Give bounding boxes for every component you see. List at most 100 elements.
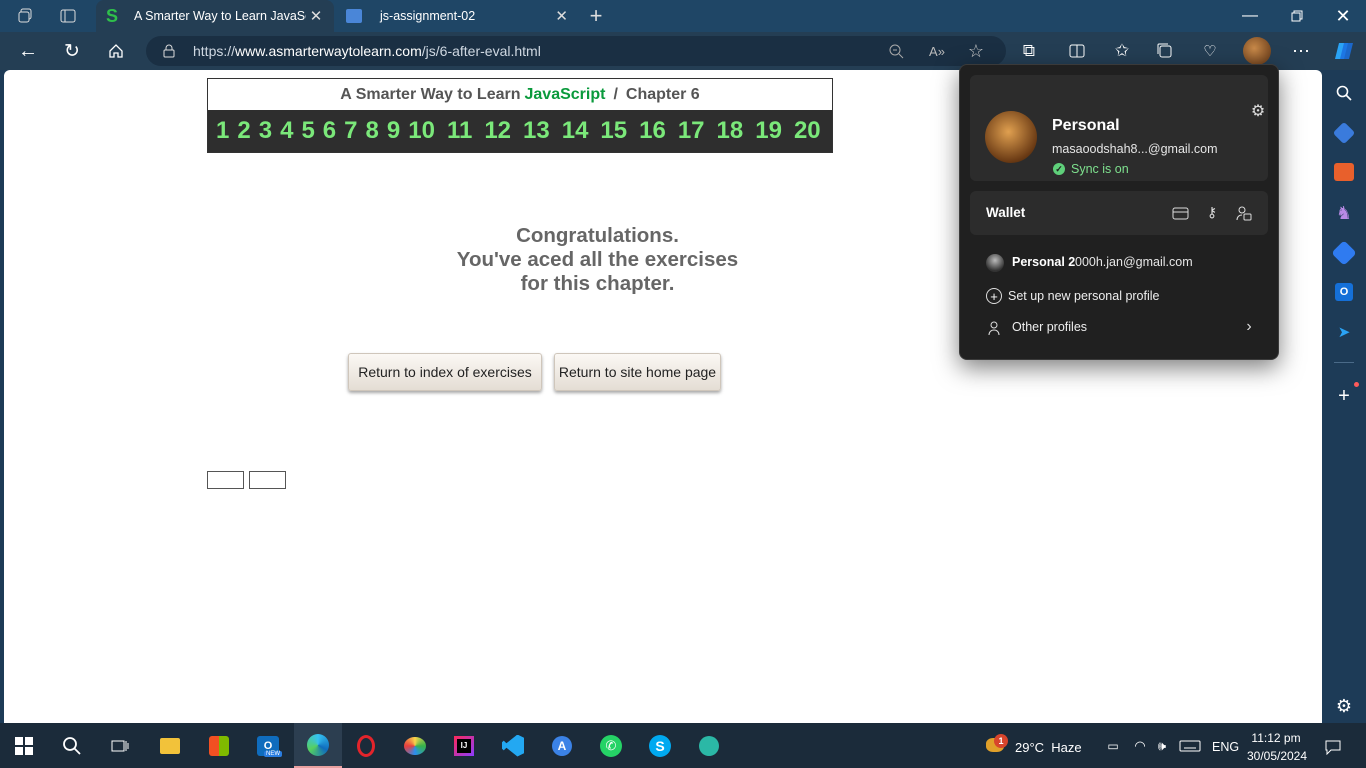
chapter-link[interactable]: 17: [678, 117, 705, 145]
chapter-link[interactable]: 3: [259, 117, 272, 145]
intellij-icon[interactable]: IJ: [440, 723, 488, 768]
close-tab-icon[interactable]: ✕: [308, 7, 324, 25]
restore-icon[interactable]: [1285, 4, 1309, 28]
notifications-icon[interactable]: [1322, 736, 1344, 758]
copilot-icon[interactable]: [1331, 38, 1357, 64]
chapter-link[interactable]: 7: [344, 117, 357, 145]
return-home-button[interactable]: Return to site home page: [554, 353, 721, 391]
whatsapp-icon[interactable]: ✆: [587, 723, 635, 768]
chapter-link[interactable]: 13: [523, 117, 550, 145]
header-prefix: A Smarter Way to Learn: [340, 85, 521, 103]
clock-time[interactable]: 11:12 pm: [1248, 731, 1304, 745]
telegram-icon[interactable]: ➤: [1333, 323, 1355, 341]
language-indicator[interactable]: ENG: [1212, 740, 1239, 754]
chapter-link[interactable]: 9: [387, 117, 400, 145]
profile-avatar-icon[interactable]: [1243, 37, 1271, 65]
favorites-icon[interactable]: ✩: [1111, 40, 1133, 62]
other-profile-name[interactable]: Personal 2: [1012, 255, 1075, 269]
url-path: /js/6-after-eval.html: [421, 43, 541, 59]
tab-js-assignment[interactable]: js-assignment-02 ✕: [336, 0, 576, 32]
outlook-new-icon[interactable]: O NEW: [244, 723, 292, 768]
clock-date[interactable]: 30/05/2024: [1244, 749, 1310, 763]
file-explorer-icon[interactable]: [146, 723, 194, 768]
skype-icon[interactable]: S: [636, 723, 684, 768]
favorite-star-icon[interactable]: ☆: [965, 40, 987, 62]
volume-icon[interactable]: 🕪: [1153, 737, 1171, 755]
chevron-right-icon[interactable]: ›: [1242, 318, 1256, 336]
password-key-icon[interactable]: ⚷: [1202, 202, 1222, 222]
workspaces-icon[interactable]: [14, 6, 38, 26]
profile-name: Personal: [1052, 117, 1120, 134]
minimize-icon[interactable]: —: [1238, 4, 1262, 28]
other-profile-email[interactable]: 000h.jan@gmail.com: [1075, 255, 1193, 269]
anydesk-icon[interactable]: [685, 723, 733, 768]
empty-box[interactable]: [207, 471, 244, 489]
collections-icon[interactable]: [1154, 40, 1176, 62]
congrats-message: Congratulations. You've aced all the exe…: [360, 224, 835, 296]
wallet-label: Wallet: [986, 205, 1026, 220]
course-header: A Smarter Way to Learn JavaScript / Chap…: [207, 78, 833, 153]
tab-title: js-assignment-02: [380, 9, 476, 23]
new-tab-icon[interactable]: +: [584, 3, 608, 28]
microsoft-store-icon[interactable]: [195, 723, 243, 768]
start-windows-icon[interactable]: [0, 723, 48, 768]
add-profile-icon[interactable]: +: [986, 288, 1002, 304]
chapter-link[interactable]: 18: [717, 117, 744, 145]
chapter-link[interactable]: 6: [323, 117, 336, 145]
keyboard-icon[interactable]: [1178, 738, 1202, 754]
search-icon[interactable]: [1333, 82, 1355, 104]
split-screen-icon[interactable]: [1066, 40, 1088, 62]
close-tab-icon[interactable]: ✕: [555, 7, 568, 25]
tab-title: A Smarter Way to Learn JavaScrip: [134, 9, 306, 23]
add-sidebar-icon[interactable]: +: [1333, 385, 1355, 407]
performance-icon[interactable]: ♡: [1199, 40, 1221, 62]
more-menu-icon[interactable]: ⋯: [1290, 40, 1312, 62]
wallet-row[interactable]: Wallet ⚷: [970, 191, 1268, 235]
read-aloud-icon[interactable]: A»: [926, 41, 948, 61]
paint-icon[interactable]: [391, 723, 439, 768]
chapter-link[interactable]: 5: [301, 117, 314, 145]
home-icon[interactable]: [104, 39, 128, 63]
back-icon[interactable]: ←: [16, 39, 40, 63]
chapter-link[interactable]: 10: [408, 117, 435, 145]
refresh-icon[interactable]: ↻: [60, 39, 84, 63]
chapter-link[interactable]: 14: [562, 117, 589, 145]
close-window-icon[interactable]: ✕: [1331, 4, 1355, 28]
empty-box[interactable]: [249, 471, 286, 489]
battery-icon[interactable]: ▭: [1104, 737, 1122, 755]
payment-card-icon[interactable]: [1170, 203, 1190, 223]
tools-briefcase-icon[interactable]: [1334, 163, 1354, 181]
zoom-out-icon[interactable]: [886, 41, 906, 61]
chapter-link[interactable]: 11: [447, 117, 472, 145]
chapter-link[interactable]: 4: [280, 117, 293, 145]
personal-info-icon[interactable]: [1234, 203, 1254, 223]
chapter-link[interactable]: 15: [600, 117, 627, 145]
android-studio-icon[interactable]: A: [538, 723, 586, 768]
return-index-button[interactable]: Return to index of exercises: [348, 353, 542, 391]
taskbar-search-icon[interactable]: [48, 723, 96, 768]
wifi-icon[interactable]: ◠: [1131, 737, 1149, 755]
extensions-icon[interactable]: ⧉: [1018, 40, 1040, 62]
chapter-link[interactable]: 20: [794, 117, 821, 145]
outlook-icon[interactable]: O: [1335, 283, 1353, 301]
chapter-link[interactable]: 1: [216, 117, 229, 145]
opera-icon[interactable]: [342, 723, 390, 768]
profile-settings-icon[interactable]: ⚙: [1249, 102, 1267, 120]
lock-icon[interactable]: [160, 42, 178, 60]
chapter-link[interactable]: 16: [639, 117, 666, 145]
setup-profile-link[interactable]: Set up new personal profile: [1008, 289, 1159, 303]
chapter-link[interactable]: 8: [366, 117, 379, 145]
weather-text[interactable]: 29°C Haze: [1015, 740, 1082, 755]
edge-browser-icon[interactable]: [294, 723, 342, 768]
chapter-link[interactable]: 2: [237, 117, 250, 145]
chapter-link[interactable]: 19: [755, 117, 782, 145]
tab-asmarterway[interactable]: S A Smarter Way to Learn JavaScrip ✕: [96, 0, 334, 32]
settings-gear-icon[interactable]: ⚙: [1333, 695, 1355, 717]
task-view-icon[interactable]: [96, 723, 144, 768]
url-text[interactable]: https://www.asmarterwaytolearn.com/js/6-…: [193, 43, 541, 59]
games-chess-icon[interactable]: ♞: [1333, 202, 1355, 224]
tab-actions-icon[interactable]: [56, 6, 80, 26]
other-profiles-link[interactable]: Other profiles: [1012, 320, 1087, 334]
vscode-icon[interactable]: [489, 723, 537, 768]
chapter-link[interactable]: 12: [484, 117, 511, 145]
